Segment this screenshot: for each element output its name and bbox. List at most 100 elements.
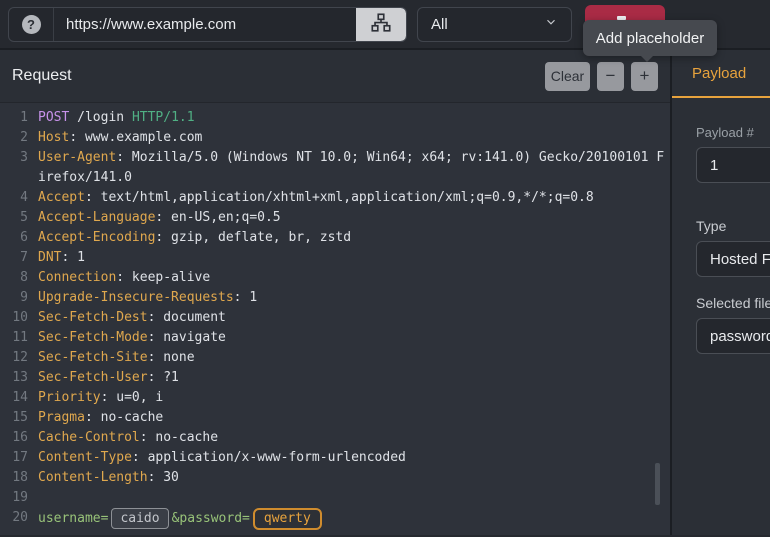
code-segment: Pragma <box>38 410 85 425</box>
code-segment: DNT <box>38 250 61 265</box>
url-input[interactable]: https://www.example.com <box>54 8 356 41</box>
code-segment: Sec-Fetch-Site <box>38 350 148 365</box>
line-content: DNT: 1 <box>38 248 666 268</box>
add-placeholder-tooltip: Add placeholder <box>583 20 717 56</box>
payload-panel: Payload Payload # 1 Type Hosted File Sel… <box>672 50 770 535</box>
code-segment: : 1 <box>234 290 257 305</box>
tab-payload[interactable]: Payload <box>692 65 746 82</box>
line-content: Sec-Fetch-Site: none <box>38 348 666 368</box>
add-placeholder-button[interactable]: + <box>631 62 658 91</box>
request-panel: Request Clear − + 1POST /login HTTP/1.12… <box>0 50 672 535</box>
line-number: 16 <box>0 428 28 448</box>
placeholder-chip[interactable]: caido <box>111 508 168 529</box>
line-number: 17 <box>0 448 28 468</box>
code-segment: : no-cache <box>85 410 163 425</box>
code-segment: : keep-alive <box>116 270 210 285</box>
payload-number-input[interactable]: 1 <box>696 147 770 183</box>
code-segment: Connection <box>38 270 116 285</box>
request-line[interactable]: 19 <box>0 488 670 508</box>
code-segment: : navigate <box>148 330 226 345</box>
code-segment: Accept-Language <box>38 210 155 225</box>
request-line[interactable]: 17 Content-Type: application/x-www-form-u… <box>0 448 670 468</box>
request-editor[interactable]: 1 POST /login HTTP/1.12Host: www.example.… <box>0 103 670 535</box>
remove-placeholder-button[interactable]: − <box>597 62 624 91</box>
line-content <box>38 488 666 508</box>
request-line[interactable]: 3User-Agent: Mozilla/5.0 (Windows NT 10.… <box>0 148 670 188</box>
payload-number-label: Payload # <box>696 125 770 140</box>
request-line[interactable]: 15 Pragma: no-cache <box>0 408 670 428</box>
request-line[interactable]: 6Accept-Encoding: gzip, deflate, br, zst… <box>0 228 670 248</box>
editor-scrollbar-thumb[interactable] <box>655 463 660 505</box>
code-segment: Accept <box>38 190 85 205</box>
line-content: Connection: keep-alive <box>38 268 666 288</box>
request-line[interactable]: 16 Cache-Control: no-cache <box>0 428 670 448</box>
request-line[interactable]: 11 Sec-Fetch-Mode: navigate <box>0 328 670 348</box>
code-segment: : 30 <box>148 470 179 485</box>
placeholder-chip-selected[interactable]: qwerty <box>253 508 322 530</box>
request-line[interactable]: 9 Upgrade-Insecure-Requests: 1 <box>0 288 670 308</box>
payload-type-dropdown[interactable]: Hosted File <box>696 241 770 277</box>
code-segment: : no-cache <box>140 430 218 445</box>
line-number: 8 <box>0 268 28 288</box>
line-number: 10 <box>0 308 28 328</box>
line-content: Priority: u=0, i <box>38 388 666 408</box>
line-number: 1 <box>0 108 28 128</box>
request-line[interactable]: 2Host: www.example.com <box>0 128 670 148</box>
line-content: Sec-Fetch-Dest: document <box>38 308 666 328</box>
request-line[interactable]: 20username=caido&password=qwerty <box>0 508 670 530</box>
line-content: Accept: text/html,application/xhtml+xml,… <box>38 188 666 208</box>
line-content: Cache-Control: no-cache <box>38 428 666 448</box>
selected-file-label: Selected file <box>696 295 770 311</box>
line-content: Host: www.example.com <box>38 128 666 148</box>
code-segment: HTTP/1.1 <box>132 110 195 125</box>
code-segment: : application/x-www-form-urlencoded <box>132 450 406 465</box>
help-icon: ? <box>22 15 41 34</box>
request-line[interactable]: 1 POST /login HTTP/1.1 <box>0 108 670 128</box>
scope-dropdown[interactable]: All <box>417 7 572 42</box>
selected-file-dropdown[interactable]: passwords.txt <box>696 318 770 354</box>
help-button[interactable]: ? <box>9 8 54 41</box>
code-segment: User-Agent <box>38 150 116 165</box>
code-segment: POST <box>38 110 69 125</box>
request-line[interactable]: 8 Connection: keep-alive <box>0 268 670 288</box>
sitemap-icon <box>370 12 392 37</box>
line-content: Sec-Fetch-User: ?1 <box>38 368 666 388</box>
code-segment: : none <box>148 350 195 365</box>
request-line[interactable]: 4Accept: text/html,application/xhtml+xml… <box>0 188 670 208</box>
code-segment: Upgrade-Insecure-Requests <box>38 290 234 305</box>
code-segment: &password= <box>172 511 250 526</box>
code-segment: : gzip, deflate, br, zstd <box>155 230 351 245</box>
line-number: 15 <box>0 408 28 428</box>
code-segment: Content-Type <box>38 450 132 465</box>
request-line[interactable]: 18Content-Length: 30 <box>0 468 670 488</box>
sitemap-button[interactable] <box>356 8 406 41</box>
code-segment: Sec-Fetch-Mode <box>38 330 148 345</box>
code-segment: Sec-Fetch-User <box>38 370 148 385</box>
line-content: Pragma: no-cache <box>38 408 666 428</box>
code-segment: Content-Length <box>38 470 148 485</box>
request-line[interactable]: 10 Sec-Fetch-Dest: document <box>0 308 670 328</box>
request-line[interactable]: 12Sec-Fetch-Site: none <box>0 348 670 368</box>
line-content: Content-Length: 30 <box>38 468 666 488</box>
request-line[interactable]: 13Sec-Fetch-User: ?1 <box>0 368 670 388</box>
request-line[interactable]: 5 Accept-Language: en-US,en;q=0.5 <box>0 208 670 228</box>
request-line[interactable]: 7DNT: 1 <box>0 248 670 268</box>
code-segment: : u=0, i <box>101 390 164 405</box>
url-input-group: ? https://www.example.com <box>8 7 407 42</box>
clear-button[interactable]: Clear <box>545 62 590 91</box>
line-number: 5 <box>0 208 28 228</box>
line-number: 11 <box>0 328 28 348</box>
line-content: POST /login HTTP/1.1 <box>38 108 666 128</box>
code-segment: Cache-Control <box>38 430 140 445</box>
line-content: Accept-Encoding: gzip, deflate, br, zstd <box>38 228 666 248</box>
code-segment: Host <box>38 130 69 145</box>
request-actions: Clear − + <box>545 62 658 91</box>
code-segment: Sec-Fetch-Dest <box>38 310 148 325</box>
line-number: 9 <box>0 288 28 308</box>
line-number: 3 <box>0 148 28 188</box>
code-segment: : en-US,en;q=0.5 <box>155 210 280 225</box>
request-line[interactable]: 14Priority: u=0, i <box>0 388 670 408</box>
payload-type-label: Type <box>696 218 770 234</box>
request-header: Request Clear − + <box>0 50 670 103</box>
request-panel-title: Request <box>12 67 72 85</box>
